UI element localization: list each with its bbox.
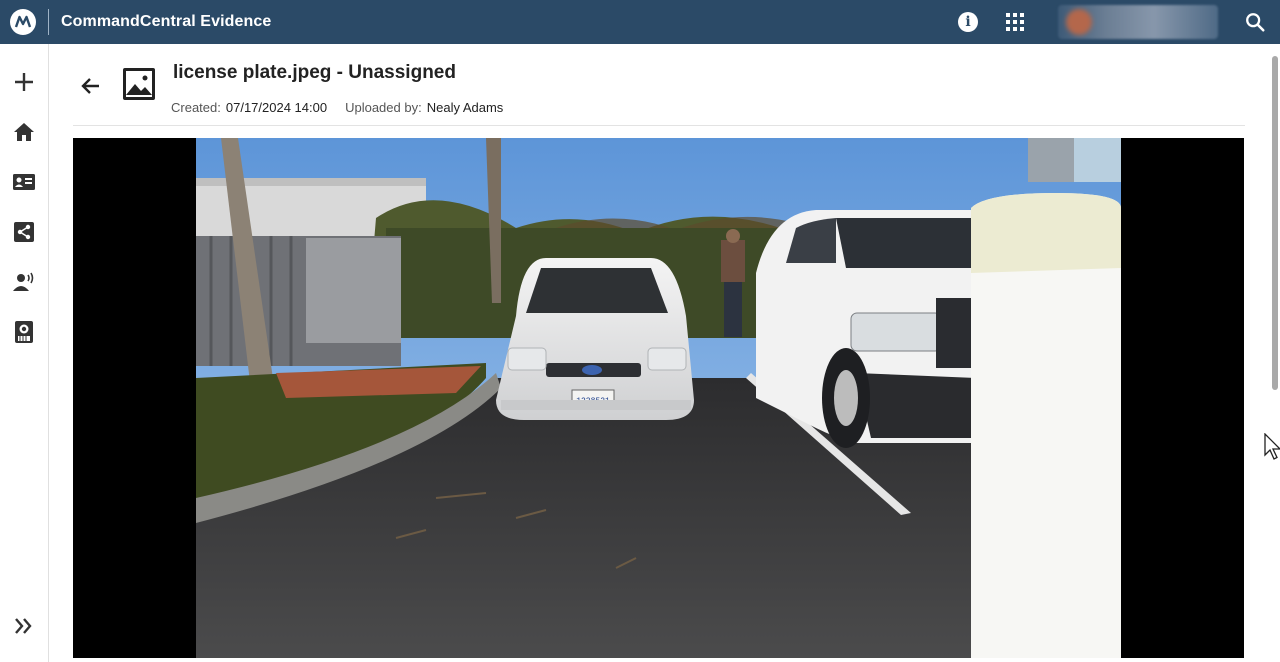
uploaded-label: Uploaded by: [345, 100, 422, 115]
evidence-header: license plate.jpeg - Unassigned Created:… [73, 44, 1245, 126]
user-menu[interactable] [1058, 5, 1218, 39]
created-label: Created: [171, 100, 221, 115]
top-bar: CommandCentral Evidence i [0, 0, 1280, 44]
search-icon[interactable] [1244, 11, 1266, 33]
mouse-cursor-icon [1264, 433, 1280, 460]
image-file-icon [123, 68, 155, 100]
expand-chevrons-icon[interactable] [12, 614, 36, 638]
user-avatar [1066, 9, 1092, 35]
uploaded-value: Nealy Adams [426, 100, 504, 115]
title-divider [48, 9, 49, 35]
body-camera-icon[interactable] [12, 320, 36, 344]
person-broadcast-icon[interactable] [12, 270, 36, 294]
evidence-title: license plate.jpeg - Unassigned [173, 62, 456, 83]
home-icon[interactable] [12, 120, 36, 144]
image-viewer[interactable]: 1228521 [73, 138, 1244, 658]
evidence-photo[interactable]: 1228521 [196, 138, 1121, 658]
id-card-icon[interactable] [12, 170, 36, 194]
evidence-meta: Created: 07/17/2024 14:00 Uploaded by: N… [171, 100, 503, 115]
created-value: 07/17/2024 14:00 [225, 100, 328, 115]
back-arrow-icon[interactable] [79, 74, 103, 98]
share-icon[interactable] [12, 220, 36, 244]
page-scrollbar[interactable] [1272, 56, 1278, 390]
info-icon[interactable]: i [958, 12, 978, 32]
sidebar [0, 44, 49, 662]
app-title[interactable]: CommandCentral Evidence [61, 13, 271, 31]
plus-icon[interactable] [12, 70, 36, 94]
motorola-logo-icon[interactable] [10, 9, 36, 35]
apps-grid-icon[interactable] [1006, 13, 1024, 31]
